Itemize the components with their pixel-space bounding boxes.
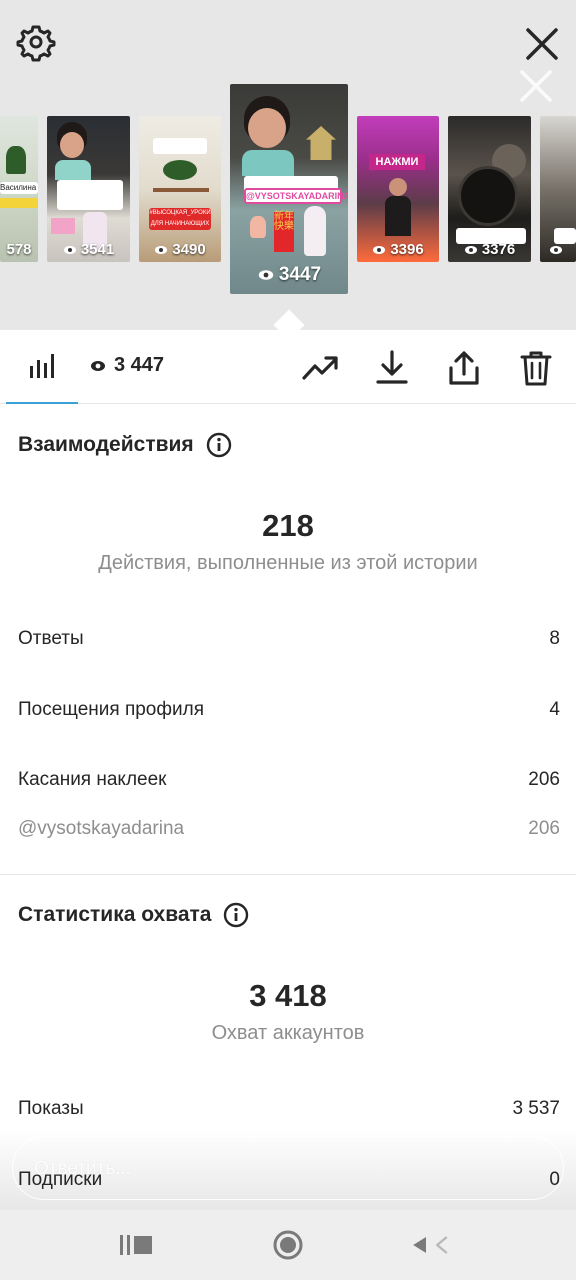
section-divider [0, 874, 576, 875]
reach-total: 3 418 [249, 978, 327, 1013]
close-overlay-icon [520, 70, 552, 102]
back-icon[interactable] [410, 1228, 450, 1262]
reach-heading: Статистика охвата [18, 902, 249, 928]
stat-label: Касания наклеек [18, 769, 167, 790]
story-thumbnail[interactable]: #ВЫСОЦКАЯ_УРОКИ ДЛЯ НАЧИНАЮЩИХ 3490 [139, 116, 221, 262]
stat-value: 4 [549, 699, 560, 720]
viewers-button[interactable]: 3 447 [90, 354, 164, 377]
stat-row: Ответы 8 [18, 628, 560, 650]
section-title: Взаимодействия [18, 433, 194, 456]
info-icon[interactable] [223, 902, 249, 928]
stat-value: 3 537 [512, 1098, 560, 1119]
story-view-count: 3447 [230, 264, 348, 286]
reach-caption: Охват аккаунтов [211, 1022, 365, 1044]
system-nav-bar [0, 1210, 576, 1280]
eye-icon [373, 246, 386, 255]
story-thumbnail[interactable]: НАЖМИ 3396 [357, 116, 439, 262]
stat-row: Показы 3 537 [18, 1098, 560, 1120]
stat-value: 206 [528, 769, 560, 790]
story-view-count [540, 241, 576, 258]
mention-sticker: @VYSOTSKAYADARINA [244, 188, 348, 204]
insights-tab[interactable] [6, 330, 78, 404]
eye-icon [258, 270, 274, 280]
home-icon[interactable] [268, 1228, 308, 1262]
recent-apps-icon[interactable] [118, 1228, 158, 1262]
close-icon[interactable] [522, 24, 562, 64]
trending-icon[interactable] [300, 348, 340, 388]
section-title: Статистика охвата [18, 903, 212, 926]
eye-icon [91, 360, 105, 371]
viewers-count: 3 447 [114, 354, 165, 376]
eye-icon [550, 246, 562, 255]
gear-icon[interactable] [16, 22, 56, 62]
reply-placeholder: Ответить... [34, 1158, 132, 1179]
share-icon[interactable] [444, 348, 484, 388]
story-view-count: 3396 [357, 241, 439, 258]
stat-row: Касания наклеек 206 [18, 769, 560, 791]
stat-label: Посещения профиля [18, 699, 204, 720]
story-hashtag: #ВЫСОЦКАЯ_УРОКИ ДЛЯ НАЧИНАЮЩИХ [149, 208, 211, 230]
story-toolbar: 3 447 [0, 330, 576, 404]
stat-label: Показы [18, 1098, 84, 1119]
stat-value: 8 [549, 628, 560, 649]
chinese-sticker: 新年快樂 [274, 212, 294, 252]
story-thumbnail[interactable]: Василина 578 [0, 116, 38, 262]
stat-label: Ответы [18, 628, 84, 649]
interactions-total: 218 [262, 508, 314, 543]
interactions-caption: Действия, выполненные из этой истории [98, 552, 478, 574]
story-strip: Василина 578 3541 #ВЫСОЦКАЯ_УРОКИ ДЛЯ НАЧ… [0, 0, 576, 341]
stat-label: @vysotskayadarina [18, 818, 185, 839]
info-icon[interactable] [206, 432, 232, 458]
stat-sub-row: @vysotskayadarina 206 [18, 818, 560, 840]
interactions-heading: Взаимодействия [18, 432, 232, 458]
story-thumbnail-active[interactable]: @VYSOTSKAYADARINA 新年快樂 3447 [230, 84, 348, 294]
story-thumbnail[interactable]: 3541 [47, 116, 130, 262]
story-text: Василина [0, 182, 38, 194]
story-thumbnail[interactable] [540, 116, 576, 262]
story-view-count: 3490 [139, 241, 221, 258]
stat-row: Посещения профиля 4 [18, 699, 560, 721]
story-view-count: 3376 [448, 241, 531, 258]
download-icon[interactable] [372, 348, 412, 388]
eye-icon [155, 246, 168, 255]
story-button-text: НАЖМИ [369, 154, 425, 170]
story-thumbnail[interactable]: 3376 [448, 116, 531, 262]
insights-bars-icon [30, 354, 54, 378]
trash-icon[interactable] [516, 348, 556, 388]
stat-value: 206 [528, 818, 560, 839]
eye-icon [464, 246, 477, 255]
story-view-count: 3541 [47, 241, 130, 258]
story-view-count: 578 [6, 241, 32, 258]
eye-icon [63, 246, 76, 255]
